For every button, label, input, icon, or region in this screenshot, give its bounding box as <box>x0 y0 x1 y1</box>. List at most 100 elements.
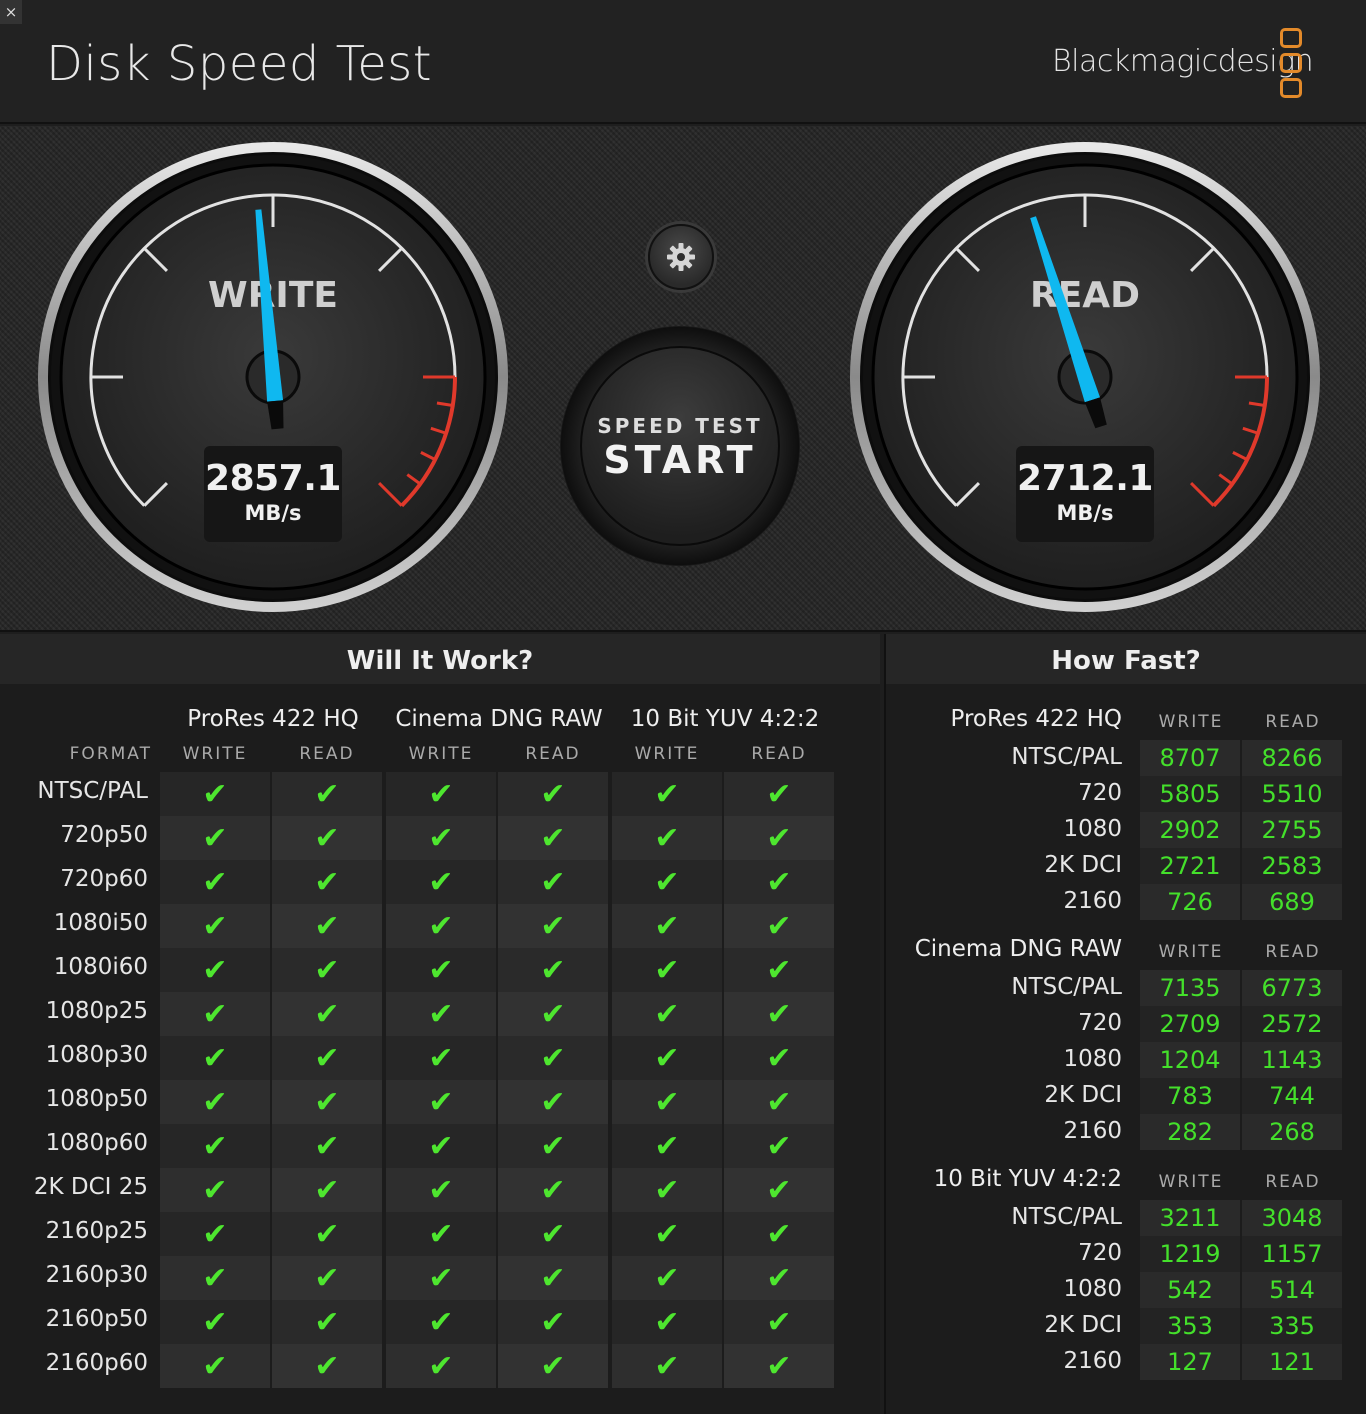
write-speed-cell: 7135 <box>1140 970 1240 1006</box>
read-speed-cell: 514 <box>1242 1272 1342 1308</box>
check-cell: ✔ <box>160 1300 270 1344</box>
check-icon: ✔ <box>654 996 680 1032</box>
check-icon: ✔ <box>314 1040 340 1076</box>
check-cell: ✔ <box>612 1300 722 1344</box>
format-row-label: 720p60 <box>60 866 148 892</box>
check-cell: ✔ <box>612 1124 722 1168</box>
check-icon: ✔ <box>766 1084 792 1120</box>
close-button[interactable]: × <box>0 0 22 24</box>
check-cell: ✔ <box>498 904 608 948</box>
check-icon: ✔ <box>766 820 792 856</box>
check-icon: ✔ <box>202 1216 228 1252</box>
read-speed-cell: 3048 <box>1242 1200 1342 1236</box>
check-icon: ✔ <box>202 1348 228 1384</box>
check-icon: ✔ <box>766 1172 792 1208</box>
write-speed-cell: 783 <box>1140 1078 1240 1114</box>
check-cell: ✔ <box>498 1344 608 1388</box>
check-icon: ✔ <box>540 1084 566 1120</box>
write-column-label: WRITE <box>1158 712 1224 732</box>
check-cell: ✔ <box>612 816 722 860</box>
check-cell: ✔ <box>724 772 834 816</box>
check-icon: ✔ <box>654 1216 680 1252</box>
settings-button[interactable] <box>648 224 714 290</box>
will-it-work-title: Will It Work? <box>0 634 880 684</box>
check-icon: ✔ <box>428 1040 454 1076</box>
check-cell: ✔ <box>272 860 382 904</box>
check-cell: ✔ <box>612 904 722 948</box>
how-fast-panel: How Fast? ProRes 422 HQ WRITE READ NTSC/PAL… <box>884 634 1366 1414</box>
check-cell: ✔ <box>160 1344 270 1388</box>
check-cell: ✔ <box>272 992 382 1036</box>
check-icon: ✔ <box>428 1348 454 1384</box>
check-icon: ✔ <box>202 1304 228 1340</box>
check-cell: ✔ <box>272 816 382 860</box>
check-icon: ✔ <box>766 1304 792 1340</box>
check-cell: ✔ <box>724 860 834 904</box>
check-cell: ✔ <box>386 816 496 860</box>
check-icon: ✔ <box>428 1260 454 1296</box>
check-icon: ✔ <box>654 1260 680 1296</box>
read-speed-cell: 1157 <box>1242 1236 1342 1272</box>
check-cell: ✔ <box>724 1036 834 1080</box>
start-subtitle: SPEED TEST <box>597 414 763 438</box>
check-cell: ✔ <box>160 904 270 948</box>
check-icon: ✔ <box>428 908 454 944</box>
resolution-label: 2160 <box>1063 1118 1122 1144</box>
check-cell: ✔ <box>724 948 834 992</box>
check-cell: ✔ <box>498 948 608 992</box>
check-cell: ✔ <box>160 860 270 904</box>
format-row-label: 1080i60 <box>53 954 148 980</box>
check-cell: ✔ <box>612 1256 722 1300</box>
write-speed-cell: 2709 <box>1140 1006 1240 1042</box>
check-icon: ✔ <box>428 820 454 856</box>
check-icon: ✔ <box>202 1260 228 1296</box>
check-icon: ✔ <box>540 864 566 900</box>
format-group-title: Cinema DNG RAW <box>395 706 603 732</box>
start-label: START <box>603 438 757 482</box>
check-icon: ✔ <box>540 1040 566 1076</box>
check-cell: ✔ <box>272 1300 382 1344</box>
resolution-label: NTSC/PAL <box>1011 744 1122 770</box>
read-speed-cell: 689 <box>1242 884 1342 920</box>
title-bar: × Disk Speed Test Blackmagicdesign <box>0 0 1366 124</box>
check-icon: ✔ <box>428 776 454 812</box>
format-row-label: 2K DCI 25 <box>33 1174 148 1200</box>
check-cell: ✔ <box>498 1168 608 1212</box>
check-cell: ✔ <box>272 1212 382 1256</box>
will-it-work-panel: Will It Work? ProRes 422 HQ WRITE READ Cine… <box>0 634 880 1414</box>
gear-icon <box>667 243 695 271</box>
check-icon: ✔ <box>540 908 566 944</box>
start-button[interactable]: SPEED TEST START <box>560 326 800 566</box>
format-row-label: NTSC/PAL <box>37 778 148 804</box>
speed-group-title: 10 Bit YUV 4:2:2 <box>933 1166 1122 1192</box>
check-icon: ✔ <box>766 908 792 944</box>
check-icon: ✔ <box>540 776 566 812</box>
write-speed-cell: 282 <box>1140 1114 1240 1150</box>
check-cell: ✔ <box>272 1036 382 1080</box>
check-cell: ✔ <box>272 1344 382 1388</box>
check-icon: ✔ <box>202 820 228 856</box>
write-speed-cell: 726 <box>1140 884 1240 920</box>
check-cell: ✔ <box>160 1080 270 1124</box>
format-row-label: 2160p60 <box>45 1350 148 1376</box>
check-icon: ✔ <box>766 1260 792 1296</box>
check-icon: ✔ <box>202 996 228 1032</box>
read-speed-cell: 2572 <box>1242 1006 1342 1042</box>
check-icon: ✔ <box>314 908 340 944</box>
check-cell: ✔ <box>386 1256 496 1300</box>
check-cell: ✔ <box>724 1300 834 1344</box>
check-cell: ✔ <box>386 992 496 1036</box>
check-icon: ✔ <box>766 864 792 900</box>
format-group-title: ProRes 422 HQ <box>187 706 359 732</box>
check-icon: ✔ <box>766 776 792 812</box>
read-column-label: READ <box>299 744 355 764</box>
check-cell: ✔ <box>612 992 722 1036</box>
check-icon: ✔ <box>428 1172 454 1208</box>
check-icon: ✔ <box>314 1260 340 1296</box>
check-cell: ✔ <box>612 860 722 904</box>
check-icon: ✔ <box>654 1172 680 1208</box>
format-group-title: 10 Bit YUV 4:2:2 <box>630 706 820 732</box>
check-icon: ✔ <box>314 1304 340 1340</box>
check-cell: ✔ <box>386 860 496 904</box>
check-cell: ✔ <box>724 992 834 1036</box>
